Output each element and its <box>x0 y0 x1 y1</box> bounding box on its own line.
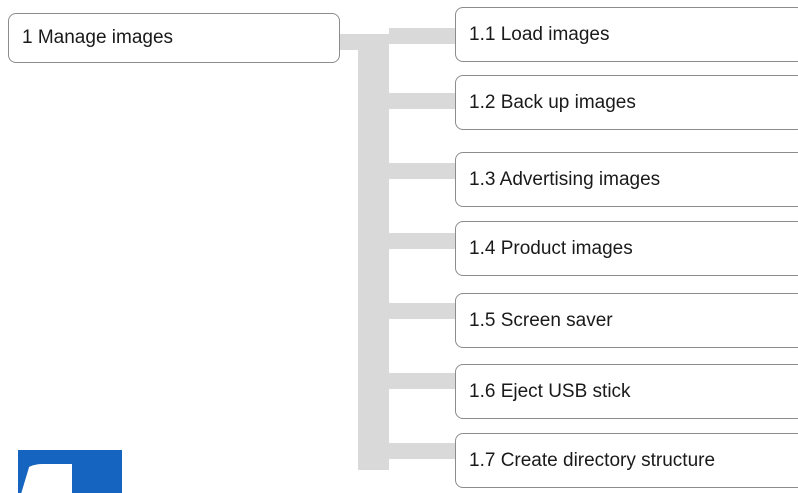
menu-item-load-images[interactable]: 1.1 Load images <box>455 7 798 62</box>
menu-item-product-images[interactable]: 1.4 Product images <box>455 221 798 276</box>
menu-item-back-up-images[interactable]: 1.2 Back up images <box>455 75 798 130</box>
menu-item-screen-saver[interactable]: 1.5 Screen saver <box>455 293 798 348</box>
menu-item-label: 1.1 Load images <box>469 23 610 45</box>
branch-connector-5 <box>389 303 455 319</box>
menu-item-label: 1.7 Create directory structure <box>469 449 716 471</box>
menu-item-label: 1.3 Advertising images <box>469 168 661 190</box>
branch-connector-4 <box>389 233 455 249</box>
branch-connector-3 <box>389 163 455 179</box>
branch-connector-1 <box>389 28 455 44</box>
root-connector <box>340 34 389 50</box>
menu-item-label: 1.2 Back up images <box>469 91 636 113</box>
menu-item-eject-usb-stick[interactable]: 1.6 Eject USB stick <box>455 364 798 419</box>
menu-node-label: 1 Manage images <box>22 27 174 48</box>
menu-item-advertising-images[interactable]: 1.3 Advertising images <box>455 152 798 207</box>
branch-connector-2 <box>389 93 455 109</box>
branch-connector-6 <box>389 373 455 389</box>
logo-mark-icon <box>18 450 122 493</box>
menu-item-create-directory-structure[interactable]: 1.7 Create directory structure <box>455 433 798 488</box>
tree-trunk-connector <box>358 34 389 470</box>
menu-item-label: 1.6 Eject USB stick <box>469 380 631 402</box>
menu-node-manage-images[interactable]: 1 Manage images <box>8 13 340 63</box>
menu-item-label: 1.4 Product images <box>469 237 633 259</box>
menu-item-label: 1.5 Screen saver <box>469 309 613 331</box>
branch-connector-7 <box>389 443 455 459</box>
